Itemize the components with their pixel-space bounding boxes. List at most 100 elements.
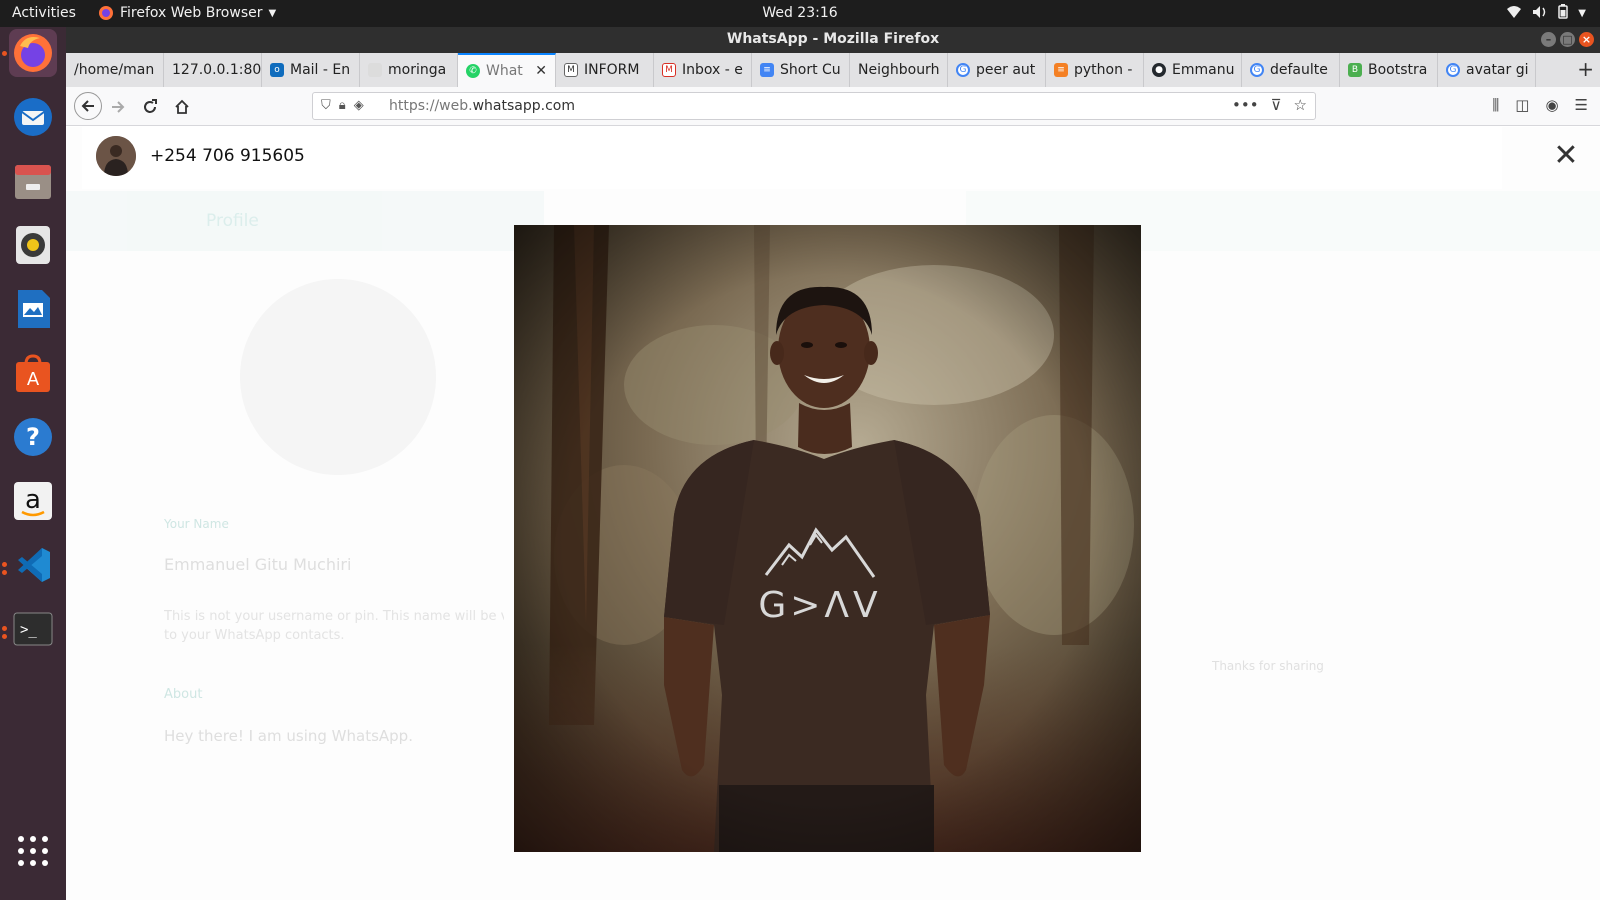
profile-header-title: Profile <box>206 211 259 231</box>
dock-files[interactable] <box>9 157 57 205</box>
about-text: Hey there! I am using WhatsApp. <box>164 727 413 745</box>
tab-label: Emmanu <box>1172 62 1235 78</box>
tab-label: 127.0.0.1:80 <box>172 62 262 78</box>
tab-home-man[interactable]: /home/man <box>66 53 164 87</box>
chevron-down-icon: ▼ <box>1578 8 1586 19</box>
google-icon: G <box>956 63 970 77</box>
pocket-icon[interactable]: ⊽ <box>1271 96 1282 114</box>
tab-bootstrap[interactable]: B Bootstra <box>1340 53 1438 87</box>
dock-vscode[interactable] <box>9 541 57 589</box>
name-hint-line2: to your WhatsApp contacts. <box>164 628 345 643</box>
google-icon: G <box>1250 63 1264 77</box>
vscode-icon <box>18 548 50 582</box>
sidebar-icon[interactable]: ◫ <box>1515 96 1529 114</box>
dock-amazon[interactable]: a <box>9 477 57 525</box>
window-close-button[interactable]: × <box>1579 32 1594 47</box>
minimize-button[interactable]: – <box>1541 32 1556 47</box>
tab-label: Neighbourh <box>858 62 940 78</box>
tab-label: /home/man <box>74 62 155 78</box>
gnome-top-bar: Activities Firefox Web Browser ▼ Wed 23:… <box>0 0 1600 27</box>
profile-photo: G>ΛV <box>514 225 1141 852</box>
url-bar[interactable]: ⛉ 🔒︎ ◈ https://web.whatsapp.com ••• ⊽ ☆ <box>312 92 1316 120</box>
tab-label: What <box>486 63 523 79</box>
tab-shortcut[interactable]: ≡ Short Cu <box>752 53 850 87</box>
url-text[interactable]: https://web.whatsapp.com <box>389 98 575 114</box>
files-icon <box>15 165 51 199</box>
dock-help[interactable]: ? <box>9 413 57 461</box>
stackoverflow-icon: ≡ <box>1054 63 1068 77</box>
tab-github[interactable]: ● Emmanu <box>1144 53 1242 87</box>
docs-icon: ≡ <box>760 63 774 77</box>
tab-python[interactable]: ≡ python - <box>1046 53 1144 87</box>
lock-icon[interactable]: 🔒︎ <box>339 98 346 113</box>
window-titlebar[interactable]: WhatsApp - Mozilla Firefox – □ × <box>66 27 1600 53</box>
amazon-icon: a <box>14 482 52 520</box>
firefox-icon <box>14 34 52 72</box>
battery-icon <box>1558 4 1569 23</box>
dock-firefox[interactable] <box>9 29 57 77</box>
profile-panel-header: Profile <box>66 191 544 251</box>
tab-inform[interactable]: M INFORM <box>556 53 654 87</box>
volume-icon <box>1532 5 1548 23</box>
app-menu[interactable]: Firefox Web Browser ▼ <box>98 5 276 21</box>
clock[interactable]: Wed 23:16 <box>762 5 837 21</box>
account-icon[interactable]: ◉ <box>1545 96 1558 114</box>
chat-message-snippet: Thanks for sharing <box>1212 659 1324 673</box>
menu-hamburger-icon[interactable]: ☰ <box>1575 96 1588 114</box>
svg-text:a: a <box>25 485 41 515</box>
reload-button[interactable] <box>138 95 162 119</box>
library-icon[interactable]: ⫼ <box>1492 96 1499 114</box>
bootstrap-icon: B <box>1348 63 1362 77</box>
tab-label: python - <box>1074 62 1133 78</box>
dock-show-apps[interactable] <box>9 827 57 875</box>
tab-whatsapp[interactable]: ✆ What ✕ <box>458 53 556 87</box>
home-button[interactable] <box>170 95 194 119</box>
tab-neighbourhood[interactable]: Neighbourh <box>850 53 948 87</box>
tab-label: defaulte <box>1270 62 1328 78</box>
activities-button[interactable]: Activities <box>12 5 76 21</box>
tab-defaulte[interactable]: Gdefaulte <box>1242 53 1340 87</box>
tab-label: INFORM <box>584 62 640 78</box>
bookmark-star-icon[interactable]: ☆ <box>1294 96 1307 114</box>
arrow-left-icon <box>81 100 94 112</box>
wifi-icon <box>1506 5 1522 23</box>
media-viewer-header: +254 706 915605 <box>82 127 1502 189</box>
tab-label: peer aut <box>976 62 1036 78</box>
your-name-label: Your Name <box>164 517 229 531</box>
dock-writer[interactable] <box>9 285 57 333</box>
dock-terminal[interactable]: >_ <box>9 605 57 653</box>
tab-moringa[interactable]: moringa <box>360 53 458 87</box>
reload-icon <box>144 99 157 113</box>
tab-localhost[interactable]: 127.0.0.1:80 <box>164 53 262 87</box>
tab-peer-auth[interactable]: Gpeer aut <box>948 53 1046 87</box>
contact-avatar[interactable] <box>96 136 136 176</box>
shield-icon[interactable]: ⛉ <box>321 98 331 113</box>
profile-avatar-large <box>240 279 436 475</box>
forward-button[interactable] <box>106 95 130 119</box>
help-icon: ? <box>14 418 52 456</box>
svg-text:>_: >_ <box>20 622 37 638</box>
new-tab-button[interactable]: + <box>1577 57 1594 81</box>
viewer-close-button[interactable]: ✕ <box>1550 141 1582 173</box>
tab-gmail[interactable]: M Inbox - e <box>654 53 752 87</box>
dock-rhythmbox[interactable] <box>9 221 57 269</box>
system-tray[interactable]: ▼ <box>1506 4 1586 23</box>
close-tab-icon[interactable]: ✕ <box>535 63 547 79</box>
tab-mail[interactable]: o Mail - En <box>262 53 360 87</box>
maximize-button[interactable]: □ <box>1560 32 1575 47</box>
page-actions-icon[interactable]: ••• <box>1232 96 1259 114</box>
tab-strip: /home/man 127.0.0.1:80 o Mail - En moring… <box>66 53 1600 87</box>
arrow-right-icon <box>112 101 125 113</box>
dock-thunderbird[interactable] <box>9 93 57 141</box>
rhythmbox-icon <box>16 226 50 264</box>
svg-text:?: ? <box>26 423 40 451</box>
tab-label: Bootstra <box>1368 62 1428 78</box>
tab-avatar[interactable]: Gavatar gi <box>1438 53 1536 87</box>
svg-text:A: A <box>27 369 40 390</box>
gmail-icon: M <box>662 63 676 77</box>
outlook-icon: o <box>270 63 284 77</box>
dock-software[interactable]: A <box>9 349 57 397</box>
permissions-icon[interactable]: ◈ <box>354 98 364 113</box>
back-button[interactable] <box>74 92 102 120</box>
tab-label: Inbox - e <box>682 62 743 78</box>
